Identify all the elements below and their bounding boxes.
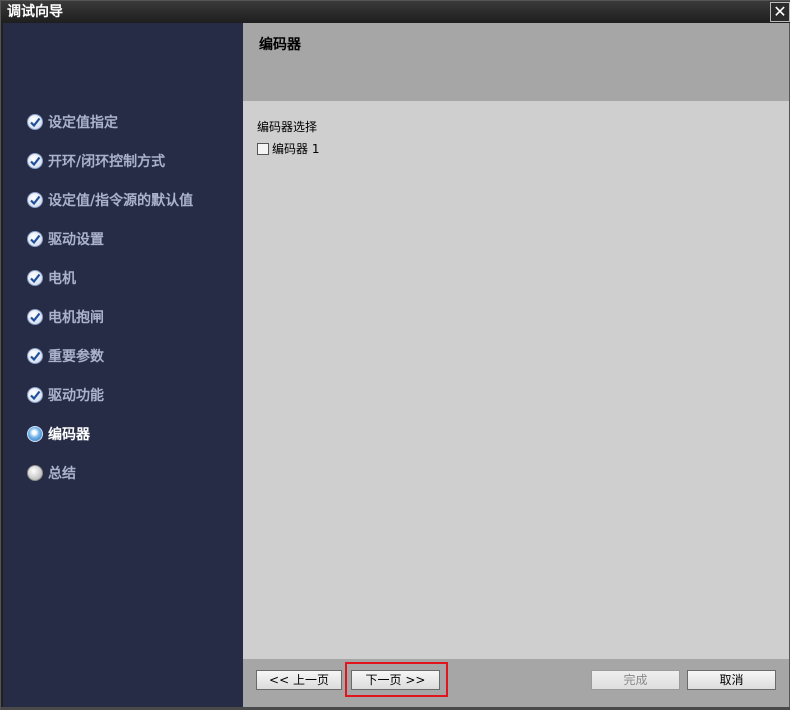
encoder-selection-label: 编码器选择 — [257, 120, 318, 134]
page-header: 编码器 — [243, 23, 789, 101]
pending-step-icon — [27, 465, 43, 481]
step-label: 设定值指定 — [48, 115, 118, 131]
step-setpoint-defaults[interactable]: 设定值/指令源的默认值 — [27, 189, 193, 211]
step-motor-brake[interactable]: 电机抱闸 — [27, 306, 104, 328]
check-icon — [27, 270, 43, 286]
encoder-1-checkbox[interactable] — [257, 142, 269, 155]
step-drive-functions[interactable]: 驱动功能 — [27, 384, 104, 406]
window-title: 调试向导 — [7, 4, 63, 20]
wizard-window: 调试向导 ✕ 设定值指定 开环/闭环控制方式 设定值/指令源的默认值 驱动设置 … — [0, 0, 790, 710]
step-label: 开环/闭环控制方式 — [48, 154, 166, 170]
wizard-steps-sidebar: 设定值指定 开环/闭环控制方式 设定值/指令源的默认值 驱动设置 电机 电机抱闸… — [3, 23, 243, 707]
step-label: 电机抱闸 — [48, 310, 104, 326]
step-drive-settings[interactable]: 驱动设置 — [27, 228, 104, 250]
check-icon — [27, 309, 43, 325]
step-label: 电机 — [48, 271, 76, 287]
encoder-1-option[interactable]: 编码器 1 — [257, 140, 319, 157]
encoder-1-label: 编码器 1 — [272, 142, 320, 156]
check-icon — [27, 231, 43, 247]
step-summary[interactable]: 总结 — [27, 462, 76, 484]
next-button[interactable]: 下一页 >> — [351, 670, 440, 690]
step-control-mode[interactable]: 开环/闭环控制方式 — [27, 150, 165, 172]
finish-button[interactable]: 完成 — [591, 670, 680, 690]
close-icon: ✕ — [773, 2, 787, 21]
check-icon — [27, 114, 43, 130]
step-label: 总结 — [48, 466, 76, 482]
title-bar[interactable]: 调试向导 ✕ — [1, 1, 790, 23]
step-setpoint-assignment[interactable]: 设定值指定 — [27, 111, 118, 133]
step-label: 驱动功能 — [48, 388, 104, 404]
check-icon — [27, 387, 43, 403]
step-motor[interactable]: 电机 — [27, 267, 76, 289]
page-title: 编码器 — [259, 37, 301, 53]
step-label: 重要参数 — [48, 349, 104, 365]
check-icon — [27, 348, 43, 364]
content-panel: 编码器选择 编码器 1 — [243, 101, 789, 659]
close-button[interactable]: ✕ — [770, 2, 790, 22]
step-label: 设定值/指令源的默认值 — [48, 193, 194, 209]
step-label: 编码器 — [48, 427, 90, 443]
button-bar: << 上一页 下一页 >> 完成 取消 — [243, 659, 789, 707]
check-icon — [27, 192, 43, 208]
step-label: 驱动设置 — [48, 232, 104, 248]
previous-button[interactable]: << 上一页 — [256, 670, 342, 690]
step-encoder[interactable]: 编码器 — [27, 423, 90, 445]
step-important-parameters[interactable]: 重要参数 — [27, 345, 104, 367]
current-step-icon — [27, 426, 43, 442]
cancel-button[interactable]: 取消 — [687, 670, 776, 690]
check-icon — [27, 153, 43, 169]
